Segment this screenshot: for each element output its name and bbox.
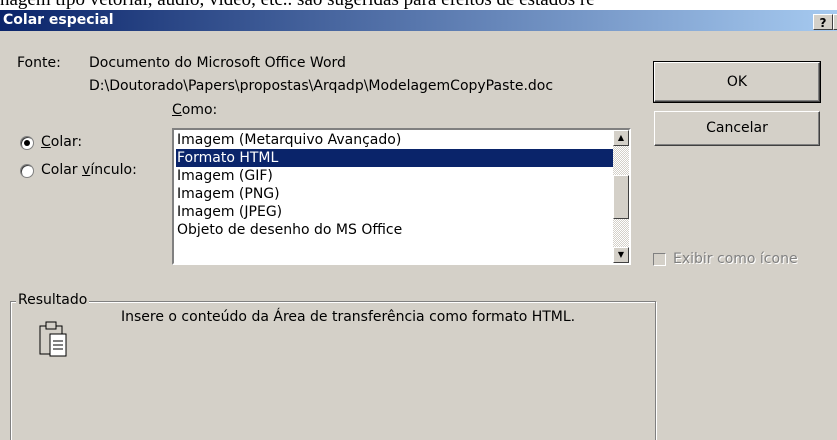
paste-link-radio-label[interactable]: Colar vínculo: [41,162,137,178]
background-document-text: nagem tipo vetorial, áudio, vídeo, etc..… [0,0,595,10]
paste-special-dialog: Colar especial ? ✕ Fonte: Documento do M… [0,10,837,440]
format-list-item[interactable]: Imagem (Metarquivo Avançado) [176,131,613,149]
paste-radio[interactable] [20,136,34,150]
format-list: Imagem (Metarquivo Avançado) Formato HTML… [176,131,613,239]
format-list-item[interactable]: Objeto de desenho do MS Office [176,221,613,239]
format-list-item[interactable]: Formato HTML [176,149,613,167]
paste-radio-label[interactable]: Colar: [41,134,82,150]
result-label: Resultado [16,292,90,308]
format-listbox[interactable]: Imagem (Metarquivo Avançado) Formato HTML… [172,128,631,265]
scroll-down-arrow-icon[interactable]: ▼ [613,247,629,263]
format-list-item[interactable]: Imagem (JPEG) [176,203,613,221]
list-scrollbar[interactable]: ▲ ▼ [613,130,629,263]
source-document: Documento do Microsoft Office Word [89,55,346,71]
dialog-title: Colar especial [3,12,114,28]
format-list-item[interactable]: Imagem (PNG) [176,185,613,203]
como-label: Como: [172,102,218,118]
help-button[interactable]: ? [813,14,833,30]
clipboard-icon [37,316,69,364]
source-path: D:\Doutorado\Papers\propostas\Arqadp\Mod… [89,78,554,94]
result-description: Insere o conteúdo da Área de transferênc… [121,309,576,325]
display-as-icon-checkbox[interactable] [653,253,666,266]
source-label: Fonte: [17,55,61,71]
title-bar: Colar especial ? ✕ [0,10,837,31]
scroll-up-arrow-icon[interactable]: ▲ [613,130,629,146]
paste-link-radio[interactable] [20,164,34,178]
radio-selected-dot [24,140,30,146]
ok-button[interactable]: OK [653,61,821,103]
close-button[interactable]: ✕ [833,14,837,30]
cancel-button[interactable]: Cancelar [654,111,820,146]
format-list-item[interactable]: Imagem (GIF) [176,167,613,185]
display-as-icon-label[interactable]: Exibir como ícone [673,251,798,267]
scroll-thumb[interactable] [613,175,629,219]
